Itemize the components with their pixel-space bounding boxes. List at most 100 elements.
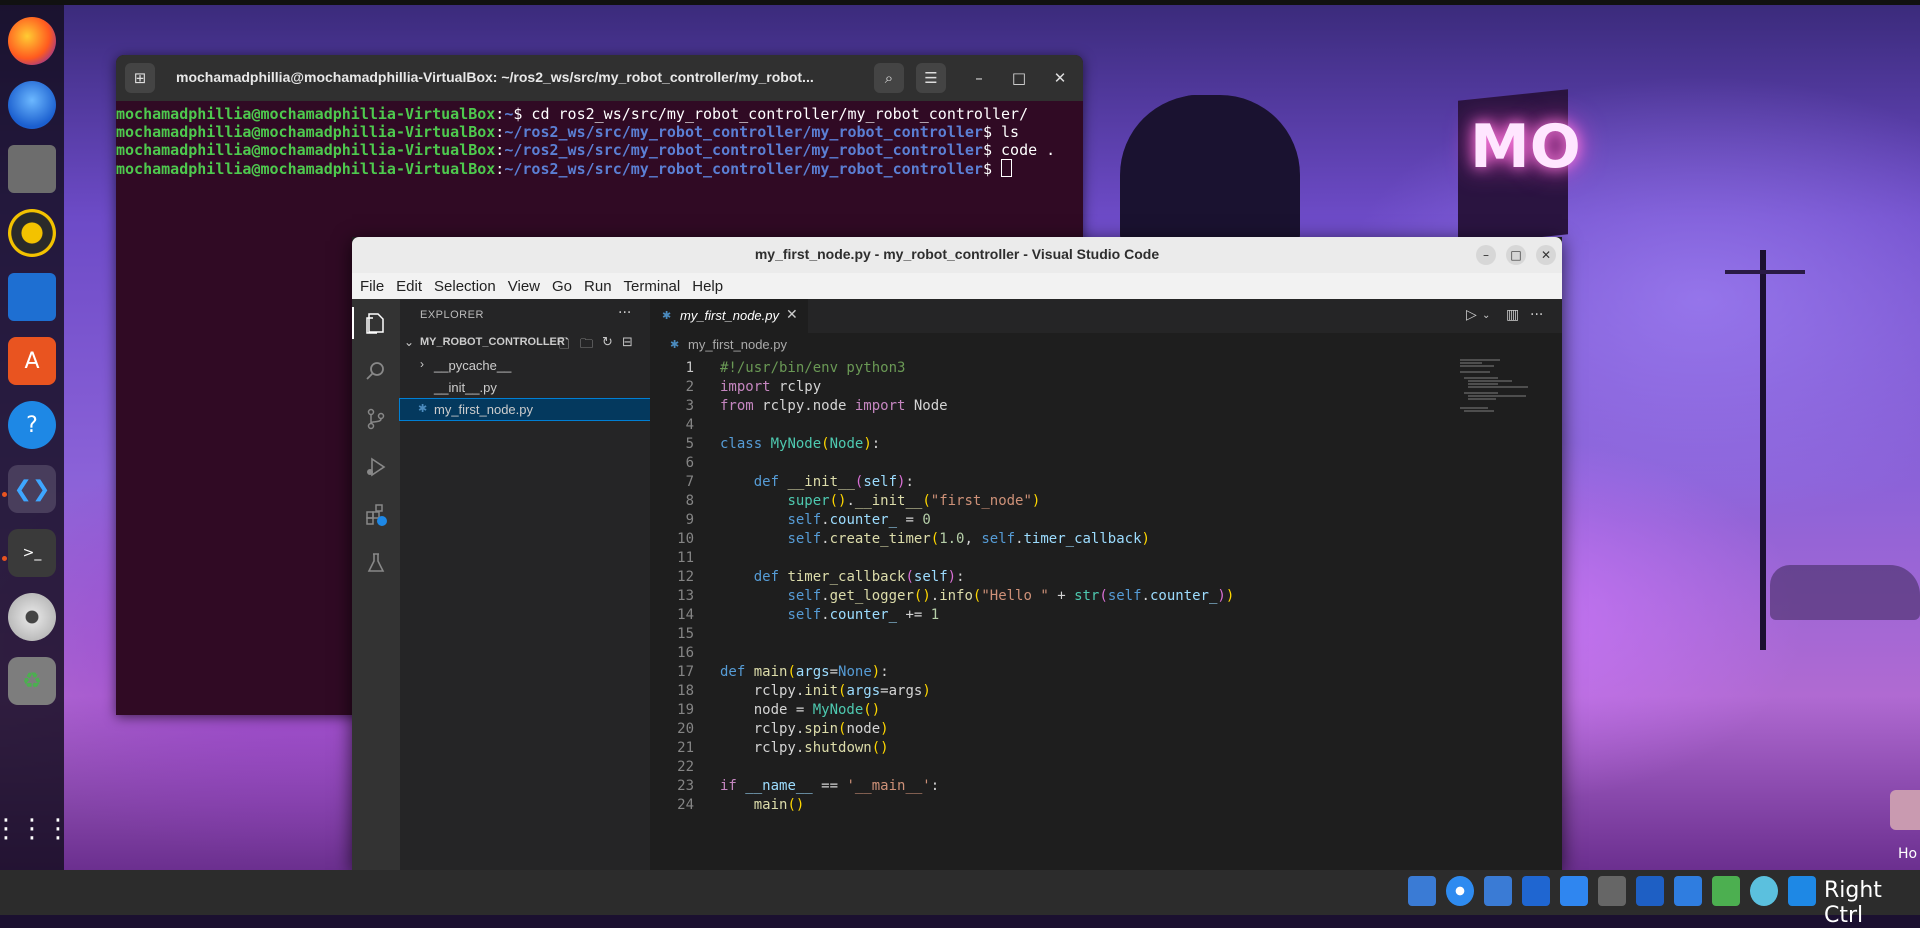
keyboard-capture-icon[interactable] (1788, 876, 1816, 906)
extensions-icon[interactable] (364, 503, 388, 527)
prompt-user: mochamadphillia@mochamadphillia-VirtualB… (116, 160, 496, 178)
more-actions-icon[interactable]: ··· (1530, 307, 1543, 323)
display-icon[interactable] (1636, 876, 1664, 906)
cpu-icon[interactable] (1712, 876, 1740, 906)
disc-icon[interactable] (8, 593, 56, 641)
firefox-icon[interactable] (8, 17, 56, 65)
menu-terminal[interactable]: Terminal (622, 278, 683, 295)
prompt-user: mochamadphillia@mochamadphillia-VirtualB… (116, 123, 496, 141)
optical-drive-icon[interactable] (1446, 876, 1474, 906)
vscode-window[interactable]: my_first_node.py - my_robot_controller -… (352, 237, 1562, 870)
video-capture-icon[interactable] (1674, 876, 1702, 906)
tree-item-my-first-node[interactable]: ✱ my_first_node.py (399, 398, 651, 421)
minimize-icon[interactable]: – (964, 63, 994, 93)
home-folder-label: Ho (1898, 846, 1918, 862)
menu-go[interactable]: Go (550, 278, 574, 295)
command-text: $ code . (982, 141, 1056, 159)
search-icon[interactable]: ⌕ (874, 63, 904, 93)
editor-area[interactable]: ✱ my_first_node.py ✕ ▷ ⌄ ▥ ··· ✱ my_firs… (650, 299, 1562, 870)
terminal-cursor (1001, 159, 1013, 177)
menu-help[interactable]: Help (690, 278, 725, 295)
vscode-icon[interactable]: ❮❯ (8, 465, 56, 513)
code-line: 4 (685, 417, 694, 433)
terminal-icon[interactable]: >_ (8, 529, 56, 577)
menu-edit[interactable]: Edit (394, 278, 424, 295)
new-tab-icon[interactable]: ⊞ (125, 63, 155, 93)
code-line: 2 import rclpy (685, 379, 822, 395)
chevron-down-icon[interactable]: ⌄ (1482, 310, 1490, 321)
shared-folders-icon[interactable] (1598, 876, 1626, 906)
hard-disk-icon[interactable] (1408, 876, 1436, 906)
prompt-path: ~/ros2_ws/src/my_robot_controller/my_rob… (504, 123, 983, 141)
minimap[interactable] (1460, 359, 1530, 419)
refresh-icon[interactable]: ↻ (602, 335, 613, 350)
app-center-icon[interactable]: A (8, 337, 56, 385)
code-line: 13 self.get_logger().info("Hello " + str… (677, 588, 1235, 604)
breadcrumb-item: my_first_node.py (688, 337, 787, 352)
tab-bar: ✱ my_first_node.py ✕ ▷ ⌄ ▥ ··· (650, 299, 1562, 334)
folder-header[interactable]: ⌄ MY_ROBOT_CONTROLLER 🗋 🗀 ↻ ⊟ (400, 333, 650, 355)
code-line: 1 #!/usr/bin/env python3 (685, 360, 906, 376)
rhythmbox-icon[interactable] (8, 209, 56, 257)
collapse-all-icon[interactable]: ⊟ (622, 335, 633, 350)
python-file-icon: ✱ (662, 309, 672, 322)
terminal-title: mochamadphillia@mochamadphillia-VirtualB… (176, 69, 814, 85)
explorer-icon[interactable] (364, 311, 388, 335)
more-actions-icon[interactable]: ··· (618, 305, 631, 321)
thunderbird-icon[interactable] (8, 81, 56, 129)
prompt-path: ~ (504, 105, 514, 123)
code-line: 6 (685, 455, 694, 471)
usb-icon[interactable] (1560, 876, 1588, 906)
terminal-line: mochamadphillia@mochamadphillia-VirtualB… (116, 141, 1083, 159)
testing-icon[interactable] (364, 551, 388, 575)
wallpaper-figure (1120, 95, 1300, 245)
tab-my-first-node[interactable]: ✱ my_first_node.py ✕ (650, 299, 808, 334)
tree-item-label: __init__.py (434, 380, 497, 395)
tree-item-label: __pycache__ (434, 358, 512, 373)
dock: A ? ❮❯ >_ ♻ ⋮⋮⋮ (0, 5, 71, 870)
search-icon[interactable] (364, 359, 388, 383)
terminal-output[interactable]: mochamadphillia@mochamadphillia-VirtualB… (116, 105, 1083, 178)
help-icon[interactable]: ? (8, 401, 56, 449)
code-line: 7 def __init__(self): (685, 474, 914, 490)
maximize-icon[interactable]: □ (1506, 245, 1526, 265)
code-line: 15 (677, 626, 694, 642)
trash-icon[interactable]: ♻ (8, 657, 56, 705)
menu-view[interactable]: View (506, 278, 542, 295)
tree-item-pycache[interactable]: › __pycache__ (400, 355, 650, 376)
tab-label: my_first_node.py (680, 308, 779, 323)
menu-run[interactable]: Run (582, 278, 614, 295)
tree-item-init[interactable]: __init__.py (400, 377, 650, 398)
wallpaper-pole (1760, 250, 1766, 650)
files-icon[interactable] (8, 145, 56, 193)
close-tab-icon[interactable]: ✕ (786, 307, 798, 323)
network-icon[interactable] (1522, 876, 1550, 906)
mouse-integration-icon[interactable] (1750, 876, 1778, 906)
new-folder-icon[interactable]: 🗀 (580, 335, 593, 357)
new-file-icon[interactable]: 🗋 (559, 335, 569, 357)
libreoffice-writer-icon[interactable] (8, 273, 56, 321)
vscode-titlebar: my_first_node.py - my_robot_controller -… (352, 237, 1562, 273)
wallpaper-sign-text: MO (1470, 112, 1581, 182)
code-editor[interactable]: 1 #!/usr/bin/env python3 2 import rclpy 3f… (650, 359, 1562, 815)
code-line: 5 class MyNode(Node): (685, 436, 881, 452)
minimize-icon[interactable]: – (1476, 245, 1496, 265)
maximize-icon[interactable]: □ (1004, 63, 1034, 93)
menu-file[interactable]: File (358, 278, 386, 295)
prompt-user: mochamadphillia@mochamadphillia-VirtualB… (116, 105, 496, 123)
close-icon[interactable]: ✕ (1536, 245, 1556, 265)
code-line: 17 def main(args=None): (677, 664, 889, 680)
host-key-label: Right Ctrl (1824, 878, 1882, 928)
hamburger-menu-icon[interactable]: ☰ (916, 63, 946, 93)
source-control-icon[interactable] (364, 407, 388, 431)
split-editor-icon[interactable]: ▥ (1506, 307, 1519, 323)
show-apps-icon[interactable]: ⋮⋮⋮ (0, 805, 71, 853)
wallpaper-pole-cross (1725, 270, 1805, 274)
menu-selection[interactable]: Selection (432, 278, 498, 295)
terminal-titlebar: ⊞ mochamadphillia@mochamadphillia-Virtua… (116, 55, 1083, 101)
close-icon[interactable]: ✕ (1045, 63, 1075, 93)
run-python-icon[interactable]: ▷ (1466, 307, 1477, 323)
home-folder-icon[interactable] (1890, 790, 1920, 830)
audio-icon[interactable] (1484, 876, 1512, 906)
run-debug-icon[interactable] (364, 455, 388, 479)
